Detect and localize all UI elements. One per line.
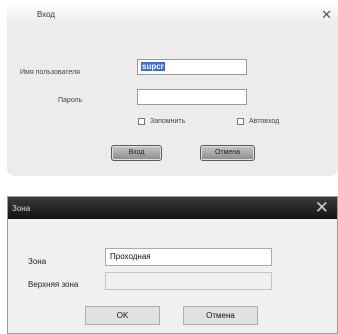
upper-zone-label: Верхняя зона [28,280,79,289]
close-icon[interactable]: ✕ [315,198,329,218]
zone-cancel-button[interactable]: Отмена [183,306,258,325]
zone-dialog: Зона ✕ Зона Проходная Верхняя зона OK От… [7,196,338,334]
username-input[interactable]: supcr [137,59,247,75]
password-input[interactable] [137,89,247,105]
autologin-label: Автовход [249,118,280,125]
username-label: Имя пользователя [20,69,80,76]
login-dialog: Вход ✕ Имя пользователя supcr Пароль Зап… [7,2,338,176]
remember-checkbox[interactable] [138,118,145,125]
zone-input[interactable]: Проходная [105,248,272,266]
zone-dialog-title: Зона [12,204,31,213]
autologin-checkbox[interactable] [237,118,244,125]
login-cancel-button[interactable]: Отмена [200,145,255,161]
login-button[interactable]: Вход [111,145,162,161]
close-icon[interactable]: ✕ [321,7,332,23]
remember-label: Запомнить [150,118,186,125]
login-dialog-title: Вход [37,10,56,19]
ok-button[interactable]: OK [85,306,160,325]
zone-label: Зона [28,257,47,266]
zone-dialog-titlebar[interactable]: Зона ✕ [8,197,337,219]
username-value: supcr [141,62,165,71]
login-dialog-titlebar[interactable]: Вход ✕ [7,2,338,27]
password-label: Пароль [58,97,83,104]
upper-zone-input[interactable] [105,272,272,290]
